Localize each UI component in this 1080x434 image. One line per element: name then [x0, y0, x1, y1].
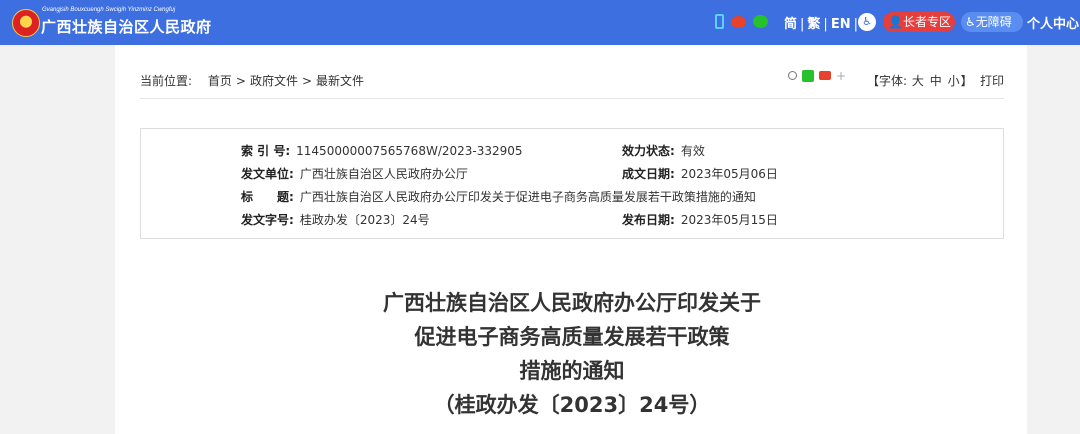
validity-value: 有效: [680, 144, 705, 158]
created-value: 2023年05月06日: [680, 167, 778, 181]
site-name[interactable]: 广西壮族自治区人民政府: [41, 16, 212, 37]
document-title-line3: 措施的通知: [519, 359, 625, 383]
lang-simplified[interactable]: 简: [784, 17, 797, 32]
info-published: 发布日期: 2023年05月15日: [622, 211, 778, 228]
created-label: 成文日期:: [622, 167, 675, 181]
breadcrumb: 当前位置: 首页 > 政府文件 > 最新文件: [140, 72, 364, 89]
font-size-control: 【字体: 大 中 小】: [867, 72, 973, 89]
title-label: 标 题:: [241, 190, 294, 204]
index-value: 11450000007565768W/2023-332905: [296, 144, 523, 158]
lang-traditional[interactable]: 繁: [807, 17, 820, 32]
barrier-free-icon: ♿: [965, 15, 976, 29]
print-button[interactable]: 打印: [980, 72, 1004, 89]
validity-label: 效力状态:: [622, 144, 675, 158]
top-bar: Gvangjsih Bouxcuengh Swcigih Yinzminz Cw…: [0, 0, 1080, 45]
font-small-button[interactable]: 小: [948, 74, 960, 88]
share-weibo-icon[interactable]: [819, 71, 831, 80]
info-created: 成文日期: 2023年05月06日: [622, 165, 778, 182]
share-wechat-icon[interactable]: [802, 69, 814, 82]
share-more-icon[interactable]: +: [836, 69, 846, 83]
issuer-label: 发文单位:: [241, 167, 294, 181]
info-docno: 发文字号: 桂政办发〔2023〕24号: [241, 211, 430, 228]
info-issuer: 发文单位: 广西壮族自治区人民政府办公厅: [241, 165, 468, 182]
document-info-box: 索 引 号: 11450000007565768W/2023-332905 效力状…: [140, 128, 1004, 239]
barrier-free-label: 无障碍: [975, 15, 1012, 29]
font-control-suffix: 】: [960, 74, 973, 88]
mobile-icon[interactable]: [715, 14, 724, 29]
language-switcher: 简 | 繁 | EN |: [784, 13, 861, 32]
document-title-line1: 广西壮族自治区人民政府办公厅印发关于: [383, 291, 761, 315]
issuer-value: 广西壮族自治区人民政府办公厅: [299, 167, 468, 181]
font-medium-button[interactable]: 中: [930, 74, 942, 88]
info-index: 索 引 号: 11450000007565768W/2023-332905: [241, 142, 523, 159]
font-control-prefix: 【字体:: [867, 74, 908, 88]
personal-center-link[interactable]: 个人中心: [1027, 13, 1079, 32]
breadcrumb-divider: [140, 98, 1004, 99]
breadcrumb-label: 当前位置:: [140, 74, 193, 88]
lang-separator: |: [800, 17, 805, 32]
published-value: 2023年05月15日: [680, 213, 778, 227]
wechat-icon[interactable]: [753, 15, 768, 28]
lang-english[interactable]: EN: [831, 17, 851, 32]
barrier-free-button[interactable]: ♿无障碍: [961, 12, 1023, 32]
font-large-button[interactable]: 大: [912, 74, 924, 88]
document-title-line4: （桂政办发〔2023〕24号）: [433, 393, 711, 417]
breadcrumb-separator: >: [301, 74, 313, 88]
docno-value: 桂政办发〔2023〕24号: [299, 213, 430, 227]
share-bar: +: [788, 65, 851, 84]
lang-separator: |: [823, 17, 828, 32]
elder-zone-label: 长者专区: [902, 15, 951, 29]
docno-label: 发文字号:: [241, 213, 294, 227]
elder-zone-button[interactable]: 👤长者专区: [883, 12, 955, 32]
document-title-line2: 促进电子商务高质量发展若干政策: [414, 325, 730, 349]
accessibility-icon[interactable]: ♿: [858, 13, 876, 31]
weibo-icon[interactable]: [731, 16, 746, 28]
breadcrumb-home[interactable]: 首页: [208, 74, 232, 88]
elder-icon: 👤: [888, 15, 903, 29]
national-emblem-icon: [12, 9, 40, 37]
document-title: 广西壮族自治区人民政府办公厅印发关于 促进电子商务高质量发展若干政策 措施的通知…: [140, 286, 1004, 422]
site-subtitle: Gvangjsih Bouxcuengh Swcigih Yinzminz Cw…: [42, 7, 176, 13]
breadcrumb-separator: >: [235, 74, 246, 88]
index-label: 索 引 号:: [241, 144, 291, 158]
published-label: 发布日期:: [622, 213, 675, 227]
share-icon[interactable]: [788, 71, 797, 80]
breadcrumb-gov-docs[interactable]: 政府文件: [250, 74, 298, 88]
breadcrumb-latest-docs[interactable]: 最新文件: [316, 74, 364, 88]
info-validity: 效力状态: 有效: [622, 142, 705, 159]
info-title: 标 题: 广西壮族自治区人民政府办公厅印发关于促进电子商务高质量发展若干政策措施的…: [241, 188, 756, 205]
title-value: 广西壮族自治区人民政府办公厅印发关于促进电子商务高质量发展若干政策措施的通知: [299, 190, 756, 204]
